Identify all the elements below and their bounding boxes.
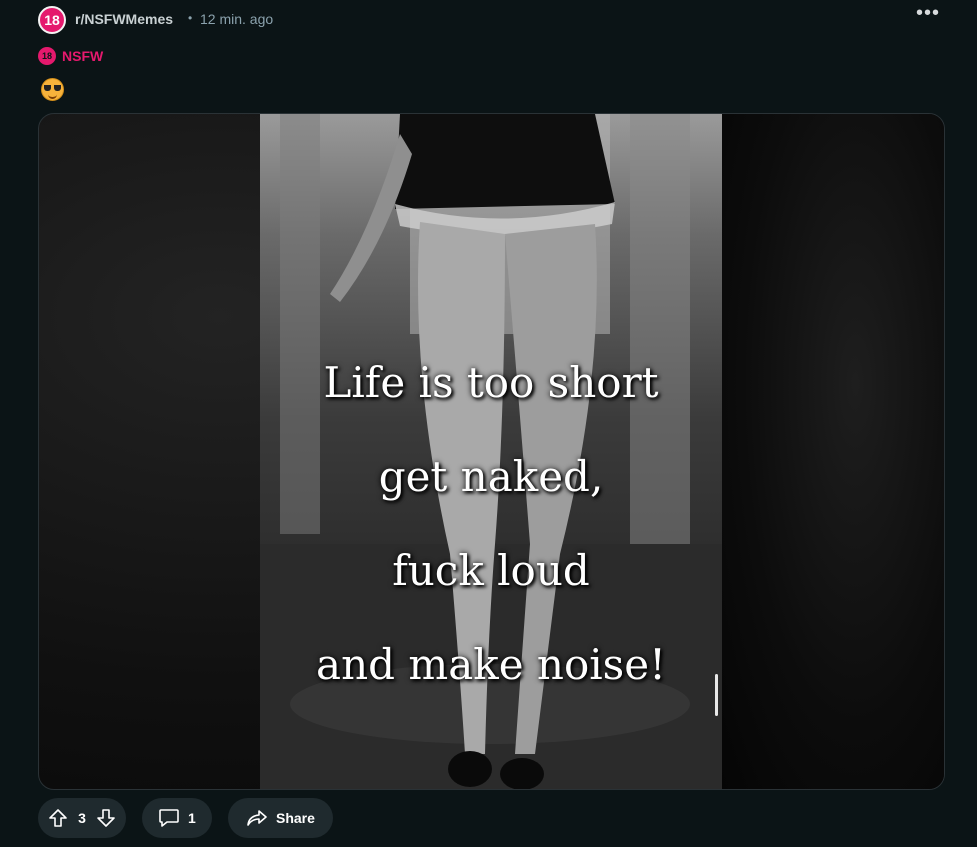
comments-button[interactable]: 1 (142, 798, 212, 838)
post-timestamp: 12 min. ago (200, 11, 274, 27)
sunglasses-emoji-icon (41, 78, 64, 101)
comment-count: 1 (188, 810, 196, 826)
post-image[interactable]: Life is too short get naked, fuck loud a… (260, 114, 722, 789)
nsfw-label: NSFW (62, 48, 104, 64)
caption-line: Life is too short (323, 358, 659, 407)
nsfw-tag: 18 NSFW (38, 46, 103, 66)
more-options-icon[interactable]: ••• (916, 2, 940, 25)
share-button[interactable]: Share (228, 798, 333, 838)
post-media-container[interactable]: Life is too short get naked, fuck loud a… (38, 113, 945, 790)
upvote-arrow-icon[interactable] (48, 808, 68, 828)
vote-count: 3 (78, 810, 86, 826)
share-arrow-icon (246, 808, 268, 828)
speech-bubble-icon (158, 808, 180, 828)
media-scroll-indicator[interactable] (715, 674, 718, 716)
post-header: 18 r/NSFWMemes • 12 min. ago ••• (38, 2, 948, 34)
subreddit-avatar-icon[interactable]: 18 (38, 6, 66, 34)
separator-dot: • (188, 11, 193, 25)
caption-line: fuck loud (392, 546, 590, 595)
caption-line: and make noise! (316, 640, 666, 689)
vote-control: 3 (38, 798, 126, 838)
post-action-bar: 3 1 Share (38, 798, 333, 838)
media-blur-background (722, 114, 944, 789)
caption-line: get naked, (378, 452, 604, 501)
share-label: Share (276, 810, 315, 826)
downvote-arrow-icon[interactable] (96, 808, 116, 828)
subreddit-name-link[interactable]: r/NSFWMemes (75, 11, 173, 27)
image-caption-text: Life is too short get naked, fuck loud a… (260, 336, 722, 712)
nsfw-18-icon: 18 (38, 47, 56, 65)
